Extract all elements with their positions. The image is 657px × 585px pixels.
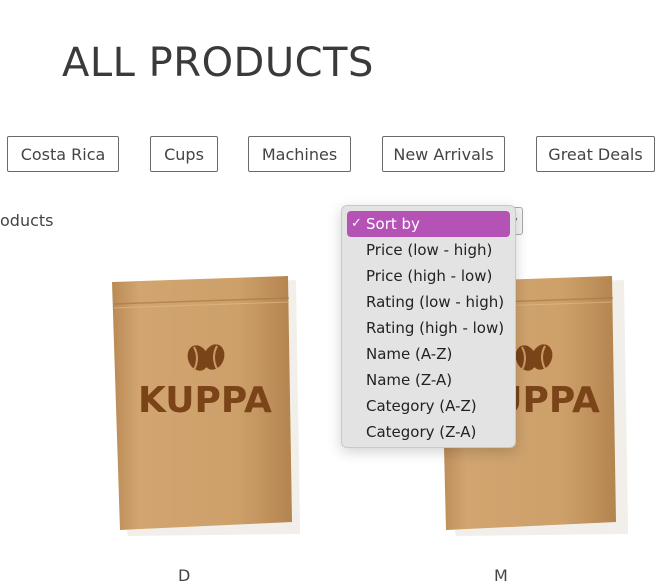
page-title: ALL PRODUCTS xyxy=(62,40,374,86)
sort-option-price-asc[interactable]: Price (low - high) xyxy=(347,237,510,263)
filter-cups-button[interactable]: Cups xyxy=(150,136,218,172)
sort-option-name-asc[interactable]: Name (A-Z) xyxy=(347,341,510,367)
filter-machines-button[interactable]: Machines xyxy=(248,136,351,172)
filter-great-deals-button[interactable]: Great Deals xyxy=(536,136,655,172)
sort-option-price-desc[interactable]: Price (high - low) xyxy=(347,263,510,289)
filter-new-arrivals-button[interactable]: New Arrivals xyxy=(382,136,505,172)
sort-option-name-desc[interactable]: Name (Z-A) xyxy=(347,367,510,393)
sort-dropdown-menu: ✓ Sort by Price (low - high) Price (high … xyxy=(341,205,516,448)
sort-option-category-desc[interactable]: Category (Z-A) xyxy=(347,419,510,445)
sort-option-category-asc[interactable]: Category (A-Z) xyxy=(347,393,510,419)
sort-option-rating-asc[interactable]: Rating (low - high) xyxy=(347,289,510,315)
sort-option-default[interactable]: ✓ Sort by xyxy=(347,211,510,237)
results-count: oducts xyxy=(0,211,54,230)
product-image[interactable]: KUPPA xyxy=(108,272,308,540)
product-brand: KUPPA xyxy=(138,380,272,421)
filter-costa-rica-button[interactable]: Costa Rica xyxy=(7,136,119,172)
checkmark-icon: ✓ xyxy=(351,216,362,231)
coffee-bag-image: KUPPA xyxy=(112,276,300,536)
sort-option-rating-desc[interactable]: Rating (high - low) xyxy=(347,315,510,341)
